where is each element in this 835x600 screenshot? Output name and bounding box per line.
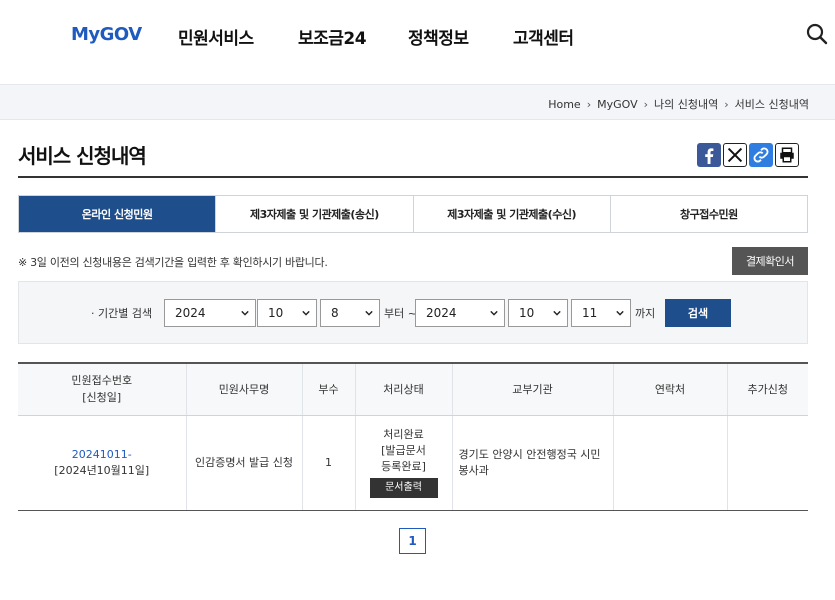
issuing-agency: 경기도 안양시 안전행정국 시민봉사과 [451, 415, 613, 511]
table-header-row: 민원접수번호 [신청일] 민원사무명 부수 처리상태 교부기관 연락처 추가신청 [18, 362, 808, 416]
chevron-right-icon: › [724, 97, 729, 111]
status-line: 등록완료] [381, 460, 426, 473]
to-month-select[interactable]: 10 [508, 299, 568, 327]
top-navigation: MyGOV 민원서비스 보조금24 정책정보 고객센터 [0, 0, 835, 84]
to-day-value: 11 [582, 306, 598, 320]
search-icon[interactable] [805, 22, 829, 46]
menu-civil-service[interactable]: 민원서비스 [178, 24, 254, 49]
menu-customer-center[interactable]: 고객센터 [513, 24, 574, 49]
breadcrumb-bar: Home › MyGOV › 나의 신청내역 › 서비스 신청내역 [0, 84, 835, 120]
extra-application-cell [726, 415, 808, 511]
to-year-value: 2024 [426, 306, 457, 320]
to-day-select[interactable]: 11 [571, 299, 631, 327]
link-copy-icon[interactable] [749, 143, 773, 167]
to-suffix: 까지 [635, 307, 656, 320]
status-line: [발급문서 [381, 444, 426, 457]
tab-third-party-sent[interactable]: 제3자제출 및 기관제출(송신) [215, 196, 413, 232]
from-suffix: 부터 ~ [384, 307, 417, 320]
tab-third-party-received[interactable]: 제3자제출 및 기관제출(수신) [412, 196, 610, 232]
header-contact: 연락처 [612, 362, 727, 416]
breadcrumb-current: 서비스 신청내역 [734, 98, 809, 111]
from-day-value: 8 [331, 306, 339, 320]
menu-subsidy24[interactable]: 보조금24 [298, 24, 367, 49]
from-month-value: 10 [268, 306, 284, 320]
x-share-icon[interactable] [723, 143, 747, 167]
application-tabs: 온라인 신청민원 제3자제출 및 기관제출(송신) 제3자제출 및 기관제출(수… [18, 195, 808, 233]
header-copies: 부수 [301, 362, 355, 416]
chevron-down-icon [553, 310, 561, 316]
chevron-right-icon: › [643, 97, 649, 111]
status-line: 처리완료 [383, 428, 424, 441]
facebook-share-icon[interactable] [697, 143, 721, 167]
header-receipt-no: 민원접수번호 [신청일] [18, 362, 186, 416]
print-icon[interactable] [775, 143, 799, 167]
header-agency: 교부기관 [451, 362, 613, 416]
mygov-logo-link[interactable]: MyGOV [71, 24, 142, 45]
chevron-down-icon [616, 310, 624, 316]
receipt-cell: 20241011- [2024년10월11일] [18, 415, 186, 511]
page-title: 서비스 신청내역 [18, 144, 147, 168]
menu-policy-info[interactable]: 정책정보 [408, 24, 469, 49]
search-button[interactable]: 검색 [665, 299, 731, 327]
status-cell: 처리완료 [발급문서 등록완료] 문서출력 [354, 415, 452, 511]
period-search-label: · 기간별 검색 [91, 307, 153, 320]
search-notice: ※ 3일 이전의 신청내용은 검색기간을 입력한 후 확인하시기 바랍니다. [18, 256, 328, 269]
header-status: 처리상태 [354, 362, 452, 416]
contact-cell [612, 415, 727, 511]
page-1-button[interactable]: 1 [399, 528, 426, 554]
to-year-select[interactable]: 2024 [415, 299, 505, 327]
service-name: 인감증명서 발급 신청 [185, 415, 302, 511]
title-divider [18, 176, 808, 178]
print-document-button[interactable]: 문서출력 [369, 478, 438, 498]
header-receipt-date-label: [신청일] [82, 391, 122, 405]
tab-counter-applications[interactable]: 창구접수민원 [609, 196, 807, 232]
table-row: 20241011- [2024년10월11일] 인감증명서 발급 신청 1 처리… [18, 415, 808, 511]
tab-online-applications[interactable]: 온라인 신청민원 [19, 196, 216, 232]
header-extra: 추가신청 [726, 362, 808, 416]
from-year-value: 2024 [175, 306, 206, 320]
header-receipt-no-label: 민원접수번호 [71, 374, 133, 388]
copies-count: 1 [301, 415, 355, 511]
chevron-down-icon [365, 310, 373, 316]
breadcrumb-mygov[interactable]: MyGOV [597, 98, 638, 111]
receipt-date: [2024년10월11일] [54, 463, 150, 477]
chevron-down-icon [302, 310, 310, 316]
period-search-panel: · 기간별 검색 2024 10 8 부터 ~ 2024 10 11 까지 검색 [18, 281, 808, 344]
application-table: 민원접수번호 [신청일] 민원사무명 부수 처리상태 교부기관 연락처 추가신청… [18, 362, 808, 511]
breadcrumb-home[interactable]: Home [548, 98, 580, 111]
chevron-down-icon [241, 310, 249, 316]
from-year-select[interactable]: 2024 [164, 299, 256, 327]
payment-confirmation-button[interactable]: 결제확인서 [732, 247, 808, 275]
header-service: 민원사무명 [185, 362, 302, 416]
chevron-right-icon: › [586, 97, 592, 111]
receipt-number-link[interactable]: 20241011- [18, 447, 186, 463]
from-month-select[interactable]: 10 [257, 299, 317, 327]
breadcrumb-my-applications[interactable]: 나의 신청내역 [654, 96, 718, 112]
chevron-down-icon [490, 310, 498, 316]
to-month-value: 10 [519, 306, 535, 320]
breadcrumb: Home › MyGOV › 나의 신청내역 › 서비스 신청내역 [548, 96, 809, 112]
from-day-select[interactable]: 8 [320, 299, 380, 327]
